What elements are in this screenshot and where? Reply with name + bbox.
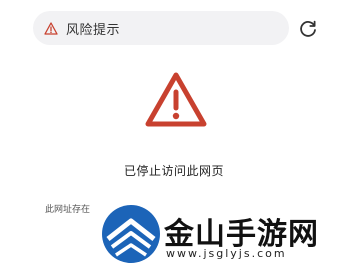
address-bar-title: 风险提示 — [66, 22, 121, 38]
watermark: 金山手游网 www.jsglyjs.com — [100, 203, 348, 267]
reload-icon[interactable] — [297, 18, 319, 40]
risk-detail-text: 此网址存在 — [45, 205, 91, 215]
address-bar[interactable]: 风险提示 — [33, 11, 289, 45]
watermark-url: www.jsglyjs.com — [166, 247, 287, 260]
blocked-message: 已停止访问此网页 — [123, 164, 224, 178]
watermark-logo — [102, 205, 160, 263]
warning-triangle-icon — [145, 72, 207, 127]
warning-icon — [44, 21, 58, 35]
